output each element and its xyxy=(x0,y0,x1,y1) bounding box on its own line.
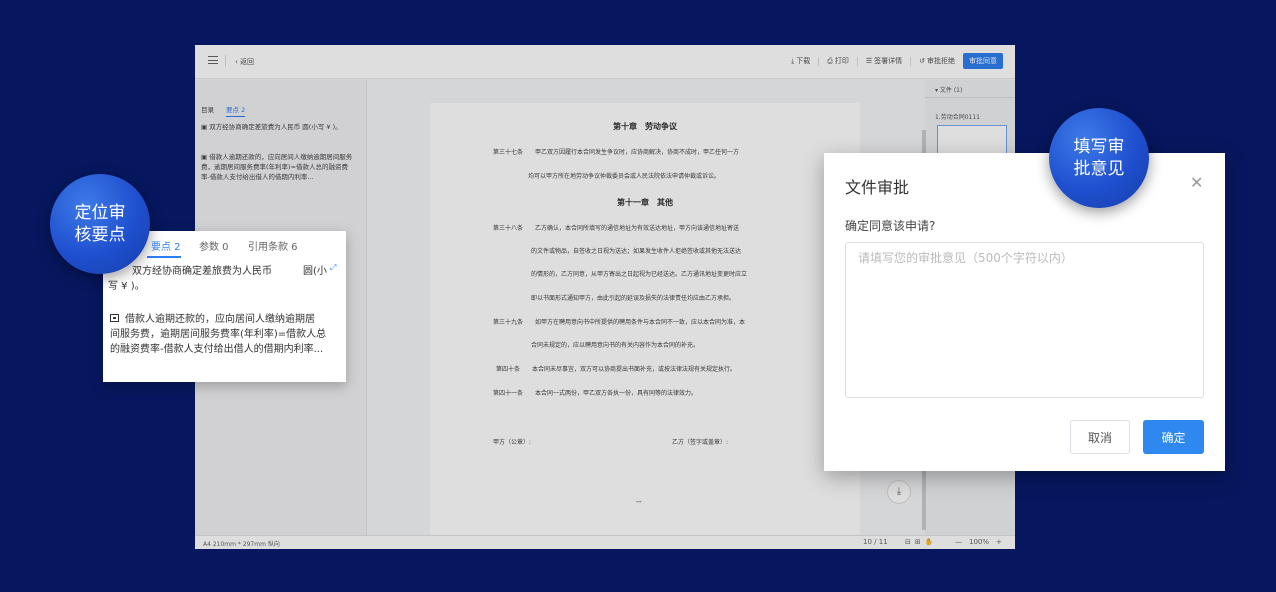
review-point-item[interactable]: 双方经协商确定差旅费为人民币 圆(小 ⤢ 写 ¥ )。 xyxy=(108,263,342,294)
review-point-text: 写 ¥ )。 xyxy=(108,281,145,292)
review-point-text: 双方经协商确定差旅费为人民币 xyxy=(132,266,272,277)
callout-text: 填写审 xyxy=(1073,137,1125,157)
callout-text: 批意见 xyxy=(1073,159,1125,179)
cancel-button[interactable]: 取消 xyxy=(1070,420,1130,454)
callout-locate-points: 定位审 核要点 xyxy=(50,174,150,274)
approval-dialog: 文件审批 ✕ 确定同意该申请? 取消 确定 xyxy=(824,153,1225,471)
approval-opinion-input[interactable] xyxy=(845,242,1204,398)
review-point-item[interactable]: 借款人逾期还款的，应向居间人缴纳逾期居 间服务费，逾期居间服务费率(年利率)=借… xyxy=(110,312,342,357)
active-tab-indicator xyxy=(147,256,181,258)
review-point-text: 间服务费，逾期居间服务费率(年利率)=借款人总 xyxy=(110,329,327,340)
callout-fill-opinion: 填写审 批意见 xyxy=(1049,108,1149,208)
expand-icon[interactable]: ⤢ xyxy=(330,260,336,275)
tab-references[interactable]: 引用条款 6 xyxy=(248,238,298,253)
dialog-question: 确定同意该申请? xyxy=(845,219,936,233)
tab-params[interactable]: 参数 0 xyxy=(199,238,229,253)
confirm-button[interactable]: 确定 xyxy=(1143,420,1204,454)
tab-points[interactable]: 要点 2 xyxy=(151,238,181,253)
review-point-text: 借款人逾期还款的，应向居间人缴纳逾期居 xyxy=(125,314,315,325)
point-icon xyxy=(110,314,119,322)
close-icon[interactable]: ✕ xyxy=(1190,173,1203,192)
review-point-text: 的融资费率-借款人支付给出借人的借期内利率... xyxy=(110,344,324,355)
callout-text: 核要点 xyxy=(74,225,126,245)
review-point-text: 圆(小 xyxy=(303,266,327,277)
callout-text: 定位审 xyxy=(74,203,126,223)
dialog-title: 文件审批 xyxy=(845,178,910,197)
